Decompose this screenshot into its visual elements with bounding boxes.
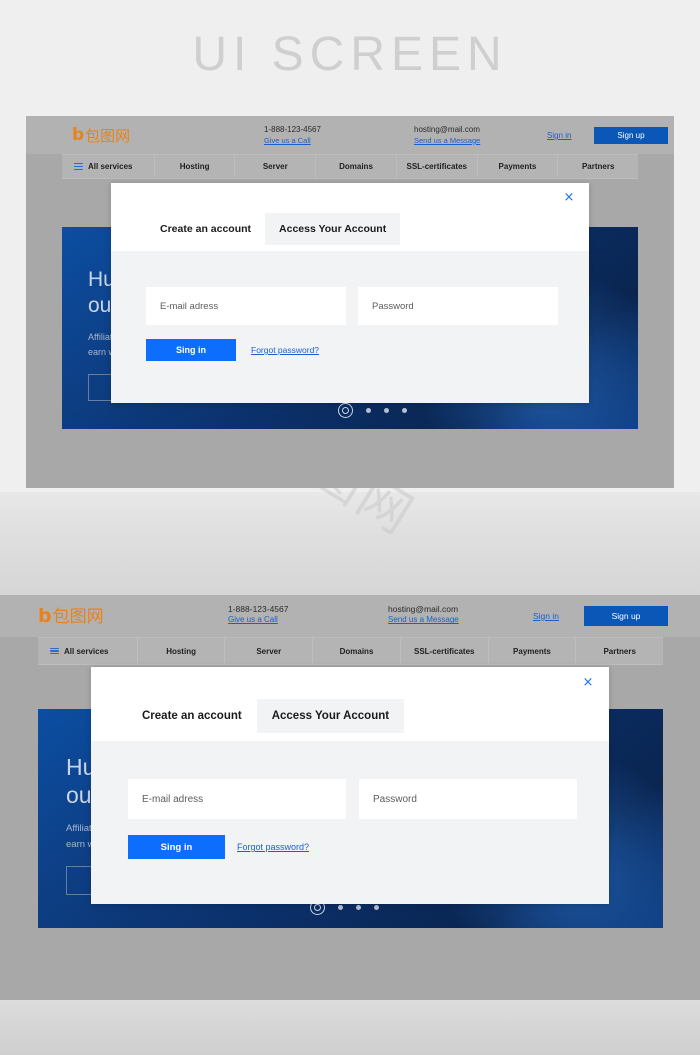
email-field[interactable]: E-mail adress [128, 779, 346, 819]
carousel-dot[interactable] [384, 408, 389, 413]
close-icon[interactable]: × [562, 191, 576, 205]
carousel-dot[interactable] [402, 408, 407, 413]
nav-label: SSL-certificates [414, 646, 475, 656]
auth-tabs-top: Create an account Access Your Account [146, 213, 401, 245]
nav-item-domains[interactable]: Domains [313, 638, 401, 664]
nav-label: Hosting [179, 162, 210, 171]
nav-label: Hosting [166, 646, 196, 656]
call-link[interactable]: Give us a Call [264, 136, 321, 146]
site-header-bottom: b 包图网 1-888-123-4567 Give us a Call host… [0, 595, 700, 637]
nav-label: All services [64, 646, 109, 656]
close-icon[interactable]: × [581, 676, 595, 690]
phone-number: 1-888-123-4567 [228, 604, 289, 614]
message-link[interactable]: Send us a Message [414, 136, 480, 146]
nav-label: All services [88, 162, 133, 171]
password-field[interactable]: Password [359, 779, 577, 819]
carousel-dot[interactable] [338, 905, 343, 910]
forgot-password-link[interactable]: Forgot password? [237, 842, 309, 852]
main-nav-top: All services Hosting Server Domains SSL-… [62, 154, 638, 179]
tab-access-account[interactable]: Access Your Account [265, 213, 401, 245]
nav-label: Payments [513, 646, 551, 656]
phone-number: 1-888-123-4567 [264, 125, 321, 134]
carousel-dot[interactable] [366, 408, 371, 413]
sign-in-link[interactable]: Sign in [533, 611, 559, 621]
nav-item-all-services[interactable]: All services [62, 155, 155, 178]
nav-item-hosting[interactable]: Hosting [138, 638, 226, 664]
nav-item-server[interactable]: Server [225, 638, 314, 664]
nav-label: Payments [498, 162, 537, 171]
sign-up-button[interactable]: Sign up [594, 127, 668, 144]
logo-text: 包图网 [85, 127, 131, 145]
forgot-password-link[interactable]: Forgot password? [251, 345, 319, 355]
nav-label: Domains [339, 646, 374, 656]
page-background-bottom [0, 1000, 700, 1055]
sign-in-submit-button[interactable]: Sing in [146, 339, 236, 361]
auth-modal-body-bottom: E-mail adress Password Sing in Forgot pa… [91, 741, 609, 904]
nav-label: Server [262, 162, 288, 171]
nav-label: Partners [603, 646, 636, 656]
carousel-dot[interactable] [356, 905, 361, 910]
nav-label: SSL-certificates [406, 162, 467, 171]
nav-item-all-services[interactable]: All services [38, 638, 138, 664]
nav-item-server[interactable]: Server [235, 155, 317, 178]
email-field[interactable]: E-mail adress [146, 287, 346, 325]
mockup-frame-bottom: b 包图网 1-888-123-4567 Give us a Call host… [0, 595, 700, 1000]
site-logo[interactable]: b 包图网 [38, 605, 104, 627]
nav-item-hosting[interactable]: Hosting [155, 155, 236, 178]
auth-tabs-bottom: Create an account Access Your Account [127, 699, 405, 733]
contact-email: hosting@mail.com Send us a Message [414, 125, 480, 146]
nav-label: Domains [339, 162, 373, 171]
auth-modal-body-top: E-mail adress Password Sing in Forgot pa… [111, 251, 589, 403]
page-title: UI SCREEN [192, 28, 508, 81]
carousel-dot[interactable] [374, 905, 379, 910]
nav-item-ssl-certificates[interactable]: SSL-certificates [397, 155, 478, 178]
password-field[interactable]: Password [358, 287, 558, 325]
hamburger-icon [50, 647, 59, 655]
nav-item-ssl-certificates[interactable]: SSL-certificates [401, 638, 489, 664]
sign-in-link[interactable]: Sign in [547, 131, 571, 140]
nav-item-partners[interactable]: Partners [558, 155, 638, 178]
call-link[interactable]: Give us a Call [228, 615, 289, 626]
mockup-frame-top: b 包图网 1-888-123-4567 Give us a Call host… [26, 116, 674, 488]
carousel-dots-top [338, 403, 407, 418]
logo-mark-icon: b [72, 125, 85, 145]
tab-create-account[interactable]: Create an account [146, 213, 265, 245]
page-background-middle [0, 492, 700, 595]
logo-mark-icon: b [38, 605, 52, 627]
tab-access-account[interactable]: Access Your Account [256, 699, 405, 733]
nav-label: Partners [581, 162, 615, 171]
carousel-dot-active[interactable] [338, 403, 353, 418]
nav-item-payments[interactable]: Payments [489, 638, 577, 664]
main-nav-bottom: All services Hosting Server Domains SSL-… [38, 637, 663, 665]
site-header-top: b 包图网 1-888-123-4567 Give us a Call host… [26, 116, 674, 154]
nav-label: Server [256, 646, 282, 656]
email-address: hosting@mail.com [388, 604, 459, 614]
contact-email: hosting@mail.com Send us a Message [388, 604, 459, 626]
hamburger-icon [74, 163, 83, 170]
site-logo[interactable]: b 包图网 [72, 125, 131, 145]
email-address: hosting@mail.com [414, 125, 480, 134]
contact-phone: 1-888-123-4567 Give us a Call [228, 604, 289, 626]
contact-phone: 1-888-123-4567 Give us a Call [264, 125, 321, 146]
auth-modal-top: × Create an account Access Your Account … [111, 183, 589, 403]
message-link[interactable]: Send us a Message [388, 615, 459, 626]
logo-text: 包图网 [52, 607, 104, 627]
sign-up-button[interactable]: Sign up [584, 606, 668, 626]
tab-create-account[interactable]: Create an account [127, 699, 257, 733]
nav-item-domains[interactable]: Domains [316, 155, 397, 178]
nav-item-partners[interactable]: Partners [576, 638, 663, 664]
auth-modal-bottom: × Create an account Access Your Account … [91, 667, 609, 904]
sign-in-submit-button[interactable]: Sing in [128, 835, 225, 859]
nav-item-payments[interactable]: Payments [478, 155, 559, 178]
